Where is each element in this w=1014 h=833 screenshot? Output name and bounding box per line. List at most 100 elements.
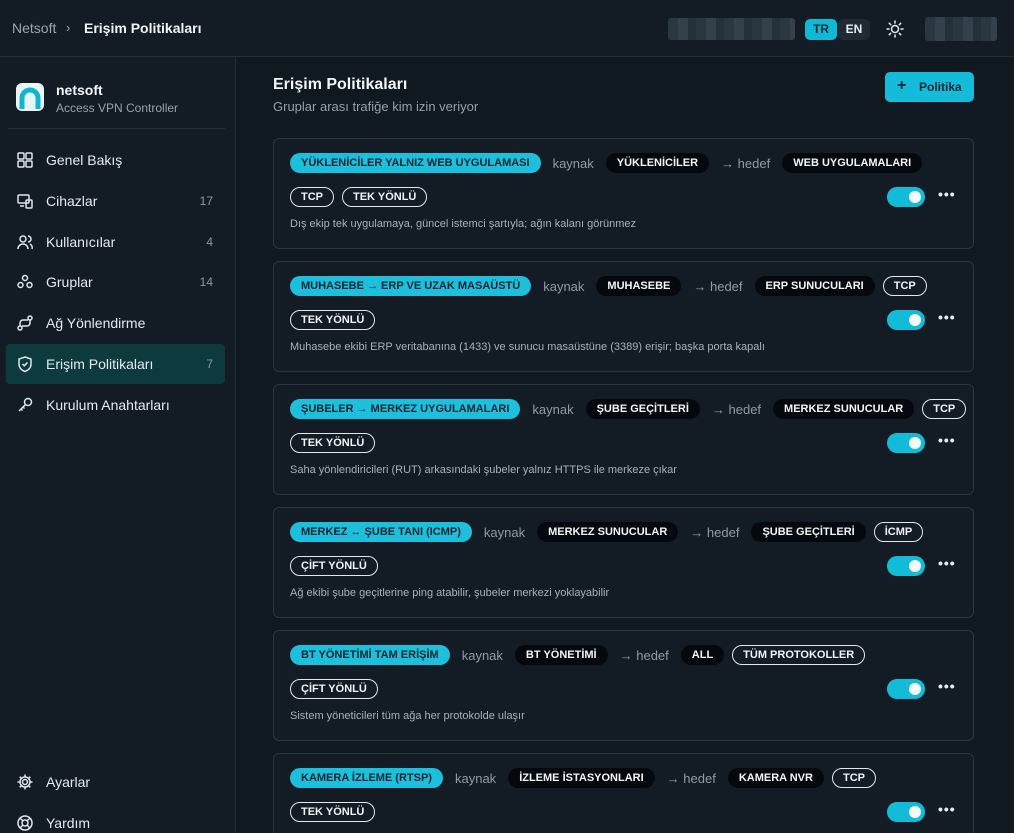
policy-name[interactable]: MERKEZ ↔ ŞUBE TANI (ICMP) bbox=[290, 522, 472, 542]
policy-description: Dış ekip tek uygulamaya, güncel istemci … bbox=[290, 218, 637, 230]
sidebar-item-label: Genel Bakış bbox=[46, 152, 123, 168]
policy-enabled-toggle[interactable] bbox=[887, 802, 925, 822]
redacted-field bbox=[668, 18, 795, 40]
sidebar-item-setup-keys[interactable]: Kurulum Anahtarları bbox=[6, 385, 225, 425]
more-menu-icon[interactable]: ••• bbox=[938, 556, 956, 572]
sidebar-item-settings[interactable]: Ayarlar bbox=[6, 762, 225, 802]
sidebar-item-label: Ayarlar bbox=[46, 774, 91, 790]
policy-enabled-toggle[interactable] bbox=[887, 679, 925, 699]
sidebar-item-label: Yardım bbox=[46, 815, 91, 831]
policy-card: MERKEZ ↔ ŞUBE TANI (ICMP) kaynak MERKEZ … bbox=[273, 507, 974, 618]
sidebar-item-overview[interactable]: Genel Bakış bbox=[6, 140, 225, 180]
add-policy-label: Politika bbox=[919, 80, 962, 94]
page-subtitle: Gruplar arası trafiğe kim izin veriyor bbox=[273, 99, 479, 114]
target-group: WEB UYGULAMALARI bbox=[782, 153, 923, 173]
brand-logo bbox=[16, 83, 44, 111]
breadcrumb-current: Erişim Politikaları bbox=[84, 20, 202, 36]
protocol-badge: TCP bbox=[831, 768, 876, 788]
policy-description: Muhasebe ekibi ERP veritabanına (1433) v… bbox=[290, 341, 765, 353]
protocol-badge: İCMP bbox=[873, 522, 924, 542]
protocol-badge: TÜM PROTOKOLLER bbox=[732, 645, 866, 665]
source-group: İZLEME İSTASYONLARI bbox=[508, 768, 655, 788]
sidebar-item-help[interactable]: Yardım bbox=[6, 803, 225, 833]
main-content: Erişim Politikaları Gruplar arası trafiğ… bbox=[253, 57, 1014, 833]
more-menu-icon[interactable]: ••• bbox=[938, 802, 956, 818]
policy-card: KAMERA İZLEME (RTSP) kaynak İZLEME İSTAS… bbox=[273, 753, 974, 833]
count-badge: 14 bbox=[199, 275, 213, 289]
target-label: → hedef bbox=[666, 770, 716, 786]
lang-tr-button[interactable]: TR bbox=[805, 19, 837, 40]
source-group: MUHASEBE bbox=[596, 276, 682, 296]
sidebar-item-label: Cihazlar bbox=[46, 193, 98, 209]
direction-badge: TEK YÖNLÜ bbox=[290, 802, 376, 822]
policy-name[interactable]: KAMERA İZLEME (RTSP) bbox=[290, 768, 443, 788]
target-group: KAMERA NVR bbox=[727, 768, 824, 788]
target-label: → hedef bbox=[693, 278, 743, 294]
policy-card: ŞUBELER → MERKEZ UYGULAMALARI kaynak ŞUB… bbox=[273, 384, 974, 495]
direction-badge: ÇİFT YÖNLÜ bbox=[290, 556, 378, 576]
count-badge: 4 bbox=[206, 235, 213, 249]
gear-icon bbox=[17, 774, 33, 790]
source-label: kaynak bbox=[461, 647, 503, 663]
policy-name[interactable]: ŞUBELER → MERKEZ UYGULAMALARI bbox=[290, 399, 521, 419]
lang-en-button[interactable]: EN bbox=[838, 19, 870, 40]
target-group: ERP SUNUCULARI bbox=[754, 276, 875, 296]
sidebar-item-devices[interactable]: Cihazlar 17 bbox=[6, 181, 225, 221]
target-group: ALL bbox=[680, 645, 725, 665]
target-label: → hedef bbox=[619, 647, 669, 663]
protocol-badge: TCP bbox=[290, 187, 334, 207]
sidebar-item-routing[interactable]: Ağ Yönlendirme bbox=[6, 303, 225, 343]
redacted-user[interactable] bbox=[925, 17, 997, 41]
sidebar: netsoft Access VPN Controller Genel Bakı… bbox=[0, 57, 236, 833]
more-menu-icon[interactable]: ••• bbox=[938, 433, 956, 449]
brand-subtitle: Access VPN Controller bbox=[56, 101, 179, 115]
sidebar-item-label: Ağ Yönlendirme bbox=[46, 315, 146, 331]
direction-badge: TEK YÖNLÜ bbox=[290, 433, 376, 453]
source-group: BT YÖNETİMİ bbox=[514, 645, 608, 665]
sidebar-item-label: Gruplar bbox=[46, 274, 93, 290]
policy-description: Sistem yöneticileri tüm ağa her protokol… bbox=[290, 710, 525, 722]
policy-enabled-toggle[interactable] bbox=[887, 187, 925, 207]
target-group: ŞUBE GEÇİTLERİ bbox=[751, 522, 866, 542]
policy-description: Ağ ekibi şube geçitlerine ping atabilir,… bbox=[290, 587, 610, 599]
divider bbox=[8, 128, 225, 129]
more-menu-icon[interactable]: ••• bbox=[938, 310, 956, 326]
direction-badge: TEK YÖNLÜ bbox=[290, 310, 376, 330]
count-badge: 7 bbox=[206, 357, 213, 371]
help-icon bbox=[17, 815, 33, 831]
direction-badge: ÇİFT YÖNLÜ bbox=[290, 679, 378, 699]
more-menu-icon[interactable]: ••• bbox=[938, 187, 956, 203]
source-label: kaynak bbox=[552, 155, 594, 171]
source-label: kaynak bbox=[543, 278, 585, 294]
sidebar-item-groups[interactable]: Gruplar 14 bbox=[6, 262, 225, 302]
more-menu-icon[interactable]: ••• bbox=[938, 679, 956, 695]
policy-description: Saha yönlendiricileri (RUT) arkasındaki … bbox=[290, 464, 677, 476]
target-label: → hedef bbox=[721, 155, 771, 171]
key-icon bbox=[18, 397, 33, 412]
policy-enabled-toggle[interactable] bbox=[887, 433, 925, 453]
brand-name: netsoft bbox=[56, 82, 103, 98]
breadcrumb-root[interactable]: Netsoft bbox=[12, 20, 56, 36]
sun-icon[interactable] bbox=[884, 18, 906, 40]
policy-name[interactable]: MUHASEBE → ERP VE UZAK MASAÜSTÜ bbox=[290, 276, 532, 296]
add-policy-button[interactable]: + Politika bbox=[885, 72, 974, 102]
source-group: YÜKLENİCİLER bbox=[605, 153, 710, 173]
protocol-badge: TCP bbox=[922, 399, 967, 419]
policy-card: BT YÖNETİMİ TAM ERİŞİM kaynak BT YÖNETİM… bbox=[273, 630, 974, 741]
source-group: MERKEZ SUNUCULAR bbox=[537, 522, 679, 542]
policy-name[interactable]: YÜKLENİCİLER YALNIZ WEB UYGULAMASI bbox=[290, 153, 541, 173]
sidebar-item-users[interactable]: Kullanıcılar 4 bbox=[6, 222, 225, 262]
sidebar-item-access-policies[interactable]: Erişim Politikaları 7 bbox=[6, 344, 225, 384]
sidebar-item-label: Kurulum Anahtarları bbox=[46, 397, 170, 413]
policy-enabled-toggle[interactable] bbox=[887, 310, 925, 330]
breadcrumb-separator-icon: › bbox=[66, 20, 71, 35]
plus-icon: + bbox=[897, 77, 907, 94]
target-group: MERKEZ SUNUCULAR bbox=[773, 399, 915, 419]
policy-name[interactable]: BT YÖNETİMİ TAM ERİŞİM bbox=[290, 645, 450, 665]
top-bar: Netsoft › Erişim Politikaları TR EN bbox=[0, 0, 1014, 57]
policy-enabled-toggle[interactable] bbox=[887, 556, 925, 576]
page-title: Erişim Politikaları bbox=[273, 76, 408, 93]
sidebar-item-label: Erişim Politikaları bbox=[46, 356, 154, 372]
source-label: kaynak bbox=[532, 401, 574, 417]
shield-icon bbox=[18, 356, 32, 373]
